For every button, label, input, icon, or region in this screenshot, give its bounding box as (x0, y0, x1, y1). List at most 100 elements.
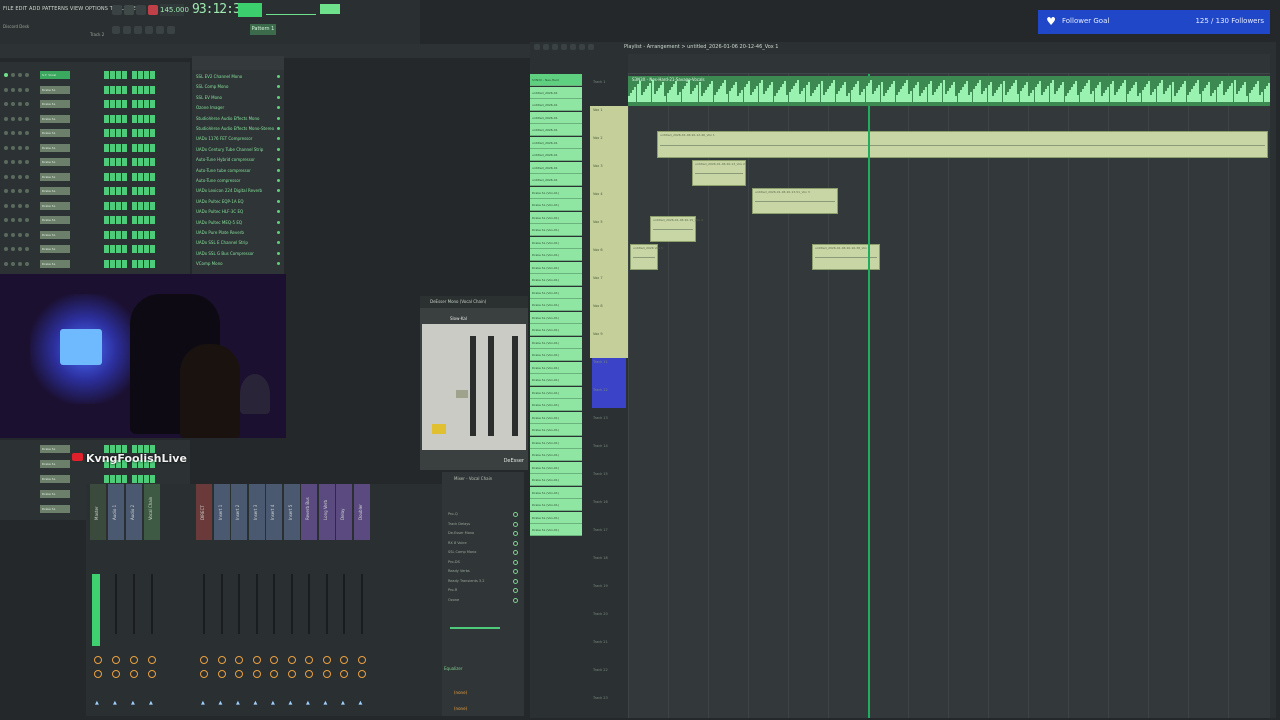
audio-clip[interactable]: untitled_2026-01-06 20-15_Vox 4 (650, 216, 703, 242)
step-button[interactable] (132, 129, 137, 137)
step-button[interactable] (104, 259, 109, 268)
step-button[interactable] (150, 100, 155, 108)
channel-rack-icon[interactable] (145, 26, 153, 34)
insert-enable-icon[interactable] (513, 531, 518, 536)
plugin-item[interactable]: UADx SSL G Bus Compressor (196, 249, 282, 259)
channel-mute-led[interactable] (25, 174, 29, 179)
track-header[interactable]: Vox 6 (590, 246, 628, 274)
volume-fader[interactable] (325, 574, 328, 634)
track-header[interactable]: Vox 1 (590, 106, 628, 134)
pattern-item[interactable]: Drake SL (Vox-01) (530, 499, 582, 511)
channel-mute-led[interactable] (25, 102, 29, 106)
step-button[interactable] (144, 85, 149, 94)
step-button[interactable] (150, 259, 155, 268)
channel-mute-led[interactable] (4, 174, 8, 179)
play-button[interactable] (124, 5, 134, 15)
pattern-item[interactable]: Drake SL (Vox-01) (530, 311, 582, 324)
step-button[interactable] (132, 245, 137, 253)
channel-mute-led[interactable] (11, 145, 15, 150)
pattern-item[interactable]: Drake SL (Vox-01) (530, 486, 582, 499)
channel-mute-led[interactable] (18, 261, 22, 266)
step-button[interactable] (122, 143, 127, 152)
step-button[interactable] (104, 158, 109, 166)
step-button[interactable] (122, 158, 127, 166)
zoom-tool-icon[interactable] (588, 44, 594, 50)
step-button[interactable] (104, 129, 109, 137)
track-header[interactable]: Vox 9 (590, 330, 628, 358)
channel-row[interactable]: Drake SL (0, 230, 188, 240)
send-2[interactable]: (none) (454, 706, 467, 711)
step-button[interactable] (144, 245, 149, 253)
pattern-item[interactable]: Drake SL (Vox-01) (530, 336, 582, 349)
channel-mute-led[interactable] (18, 174, 22, 179)
step-button[interactable] (150, 71, 155, 79)
route-arrow-icon[interactable]: ▲ (149, 700, 153, 706)
route-arrow-icon[interactable]: ▲ (289, 700, 293, 706)
track-header[interactable]: Vox 5 (590, 218, 628, 246)
step-button[interactable] (132, 187, 137, 195)
step-button[interactable] (144, 71, 149, 79)
mixer-strip[interactable]: DIRECT ▲ (196, 484, 212, 716)
channel-row[interactable]: Drake SL (0, 244, 188, 254)
step-button[interactable] (110, 114, 115, 123)
channel-mute-led[interactable] (11, 160, 15, 164)
channel-row[interactable]: Drake SL (0, 474, 188, 484)
pattern-item[interactable]: Drake SL (Vox-01) (530, 524, 582, 536)
pattern-item[interactable]: untitled_2026-01 (530, 174, 582, 186)
step-button[interactable] (132, 216, 137, 224)
step-button[interactable] (150, 216, 155, 224)
pattern-selector[interactable]: Pattern 1 (250, 24, 276, 35)
plugin-item[interactable]: VComp Mono (196, 259, 282, 269)
channel-name-button[interactable]: Drake SL (40, 129, 70, 137)
stereo-knob[interactable] (112, 670, 120, 678)
route-arrow-icon[interactable]: ▲ (95, 700, 99, 706)
channel-row[interactable]: Drake SL (0, 201, 188, 211)
channel-mute-led[interactable] (11, 174, 15, 179)
plugin-item[interactable]: UADx Pultec MEQ-5 EQ (196, 218, 282, 228)
route-arrow-icon[interactable]: ▲ (359, 700, 363, 706)
plugin-item[interactable]: UADx Pure Plate Reverb (196, 228, 282, 238)
step-button[interactable] (138, 216, 143, 224)
step-button[interactable] (144, 172, 149, 181)
step-button[interactable] (132, 114, 137, 123)
step-button[interactable] (104, 143, 109, 152)
insert-volume[interactable] (450, 627, 500, 629)
channel-mute-led[interactable] (11, 102, 15, 106)
channel-mute-led[interactable] (4, 116, 8, 121)
pattern-item[interactable]: Drake SL (Vox-01) (530, 261, 582, 274)
pattern-item[interactable]: Drake SL (Vox-01) (530, 436, 582, 449)
playlist-icon[interactable] (167, 26, 175, 34)
step-button[interactable] (132, 230, 137, 239)
insert-slot[interactable]: Pro-DS (448, 558, 520, 567)
volume-fader[interactable] (203, 574, 205, 634)
volume-fader[interactable] (343, 574, 345, 634)
pattern-item[interactable]: Drake SL (Vox-01) (530, 274, 582, 286)
mixer-strip[interactable]: Insert 1 ▲ (213, 484, 230, 716)
stereo-knob[interactable] (322, 670, 331, 678)
step-button[interactable] (116, 201, 121, 210)
channel-mute-led[interactable] (11, 218, 15, 222)
step-button[interactable] (104, 172, 109, 181)
channel-name-button[interactable]: Drake SL (40, 460, 70, 468)
channel-mute-led[interactable] (4, 102, 8, 106)
step-button[interactable] (144, 143, 149, 152)
step-button[interactable] (110, 172, 115, 181)
mixer-strip[interactable]: Insert 4 ▲ (266, 484, 282, 716)
pattern-item[interactable]: Drake SL (Vox-01) (530, 236, 582, 249)
channel-row[interactable]: S.T. Vocal (0, 70, 188, 80)
pattern-item[interactable]: Drake SL (Vox-01) (530, 286, 582, 299)
route-arrow-icon[interactable]: ▲ (201, 700, 205, 706)
track-header[interactable]: Track 22 (590, 666, 628, 694)
pan-knob[interactable] (148, 656, 156, 664)
route-arrow-icon[interactable]: ▲ (219, 700, 223, 706)
plugin-item[interactable]: StudioVerse Audio Effects Mono (196, 114, 282, 124)
stereo-knob[interactable] (217, 670, 226, 678)
mute-tool-icon[interactable] (561, 44, 567, 50)
pan-knob[interactable] (130, 656, 138, 664)
stereo-knob[interactable] (148, 670, 156, 678)
channel-name-button[interactable]: Drake SL (40, 143, 70, 152)
track-header[interactable]: Track 17 (590, 526, 628, 554)
channel-name-button[interactable]: Drake SL (40, 475, 70, 483)
insert-slot[interactable]: Ozone (448, 596, 520, 605)
step-button[interactable] (110, 475, 115, 483)
